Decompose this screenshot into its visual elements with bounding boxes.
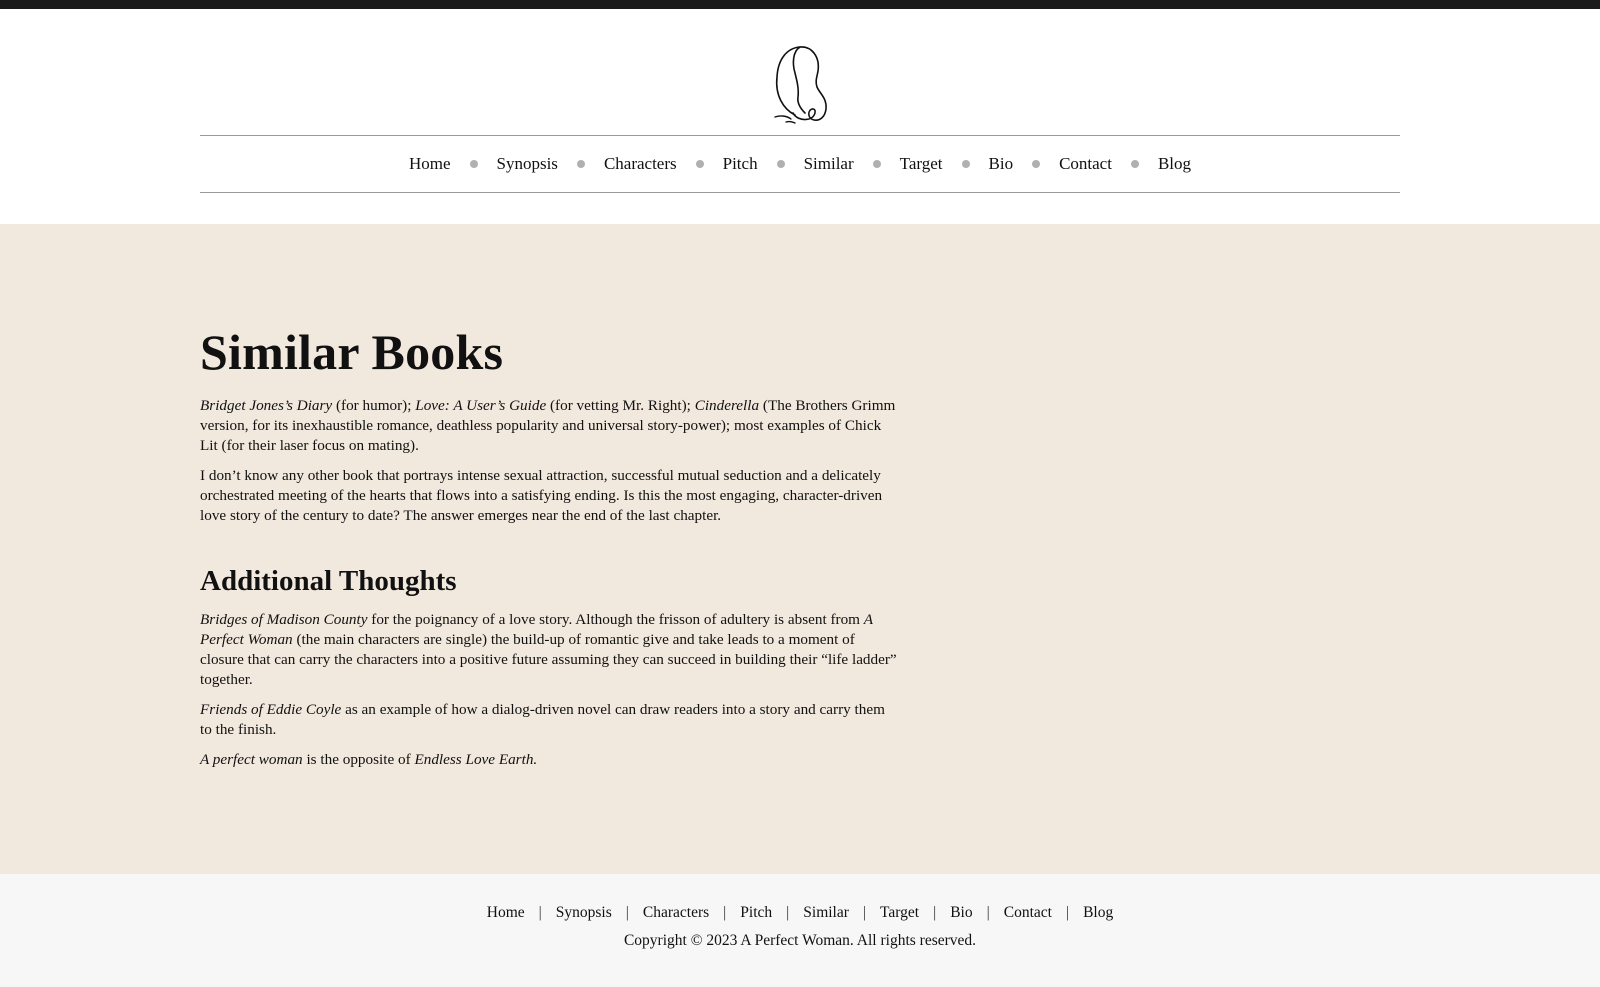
- paragraph-text: for the poignancy of a love story. Altho…: [367, 611, 864, 629]
- nav-home[interactable]: Home: [405, 154, 455, 174]
- footer-nav-similar[interactable]: Similar: [803, 904, 849, 922]
- paragraph-eddie-coyle: Friends of Eddie Coyle as an example of …: [200, 700, 900, 740]
- paragraph-opposite: A perfect woman is the opposite of Endle…: [200, 750, 900, 770]
- top-bar: [0, 0, 1600, 9]
- footer-separator: |: [625, 904, 629, 921]
- nav-separator-dot: [776, 160, 785, 168]
- footer-separator: |: [1065, 904, 1070, 921]
- paragraph-text: (the main characters are single) the bui…: [200, 631, 897, 689]
- nav-separator-dot: [695, 160, 704, 168]
- nav-similar[interactable]: Similar: [800, 154, 858, 174]
- book-title-text: A perfect woman: [200, 751, 303, 769]
- header: Home Synopsis Characters Pitch Similar T…: [0, 9, 1600, 224]
- nav-separator-dot: [576, 160, 585, 168]
- footer-nav-target[interactable]: Target: [880, 904, 919, 922]
- page-title: Similar Books: [200, 324, 504, 380]
- footer-nav-contact[interactable]: Contact: [1004, 904, 1052, 922]
- paragraph-text: is the opposite of: [302, 751, 415, 769]
- footer: Home | Synopsis | Characters | Pitch | S…: [0, 874, 1600, 987]
- footer-separator: |: [933, 904, 937, 921]
- footer-nav-bio[interactable]: Bio: [950, 904, 972, 922]
- main-content: Similar Books Bridget Jones’s Diary (for…: [0, 224, 1600, 874]
- footer-nav-characters[interactable]: Characters: [643, 904, 709, 922]
- footer-separator: |: [538, 904, 542, 921]
- footer-nav-home[interactable]: Home: [487, 904, 525, 922]
- nav-separator-dot: [1032, 160, 1041, 168]
- book-title-text: Endless Love Earth.: [414, 751, 538, 769]
- nav-contact[interactable]: Contact: [1055, 154, 1116, 174]
- paragraph-similar-books: Bridget Jones’s Diary (for humor); Love:…: [200, 396, 900, 456]
- paragraph-text: (for vetting Mr. Right);: [546, 396, 695, 414]
- footer-nav-synopsis[interactable]: Synopsis: [556, 904, 612, 922]
- nav-synopsis[interactable]: Synopsis: [493, 154, 562, 174]
- nav-separator-dot: [961, 160, 970, 168]
- woman-profile-logo-icon[interactable]: [765, 37, 835, 129]
- book-title-text: Bridget Jones’s Diary: [200, 396, 333, 414]
- footer-separator: |: [862, 904, 867, 921]
- copyright-text: Copyright © 2023 A Perfect Woman. All ri…: [623, 932, 977, 949]
- footer-separator: |: [723, 904, 727, 921]
- nav-bio[interactable]: Bio: [985, 154, 1018, 174]
- book-title-text: Cinderella: [694, 396, 760, 414]
- book-title-text: Love: A User’s Guide: [415, 396, 547, 414]
- paragraph-bridges: Bridges of Madison County for the poigna…: [200, 610, 900, 690]
- footer-nav-blog[interactable]: Blog: [1083, 904, 1113, 922]
- nav-separator-dot: [469, 160, 478, 168]
- nav-blog[interactable]: Blog: [1154, 154, 1195, 174]
- main-nav: Home Synopsis Characters Pitch Similar T…: [200, 135, 1400, 193]
- paragraph-comparison: I don’t know any other book that portray…: [200, 466, 883, 524]
- nav-separator-dot: [872, 160, 881, 168]
- nav-separator-dot: [1130, 160, 1139, 168]
- footer-separator: |: [986, 904, 990, 921]
- nav-characters[interactable]: Characters: [600, 154, 681, 174]
- footer-nav: Home | Synopsis | Characters | Pitch | S…: [0, 874, 1600, 922]
- paragraph-text: (for humor);: [332, 396, 416, 414]
- footer-nav-pitch[interactable]: Pitch: [740, 904, 772, 922]
- book-title-text: Bridges of Madison County: [200, 611, 368, 629]
- book-title-text: Friends of Eddie Coyle: [200, 701, 342, 719]
- footer-separator: |: [786, 904, 790, 921]
- section-title-additional-thoughts: Additional Thoughts: [200, 564, 457, 597]
- nav-pitch[interactable]: Pitch: [719, 154, 762, 174]
- nav-target[interactable]: Target: [896, 154, 947, 174]
- article: Similar Books Bridget Jones’s Diary (for…: [200, 324, 900, 780]
